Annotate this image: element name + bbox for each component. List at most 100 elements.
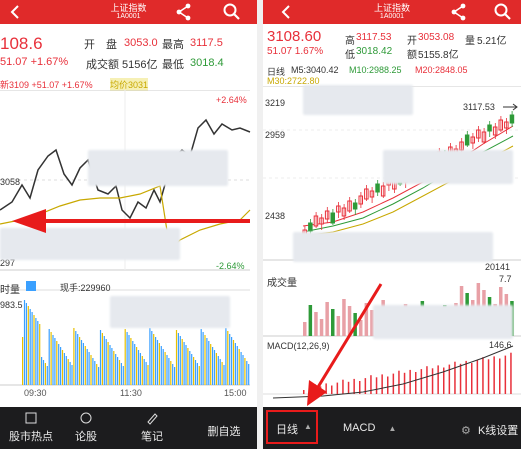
volume-bar [155,337,157,385]
volume-bar [69,362,71,385]
macd-bar [415,372,417,394]
blurred-region [110,296,230,328]
share-icon[interactable] [449,2,469,22]
volume-bar [65,356,67,385]
high-label: 最高 [162,39,184,51]
volume-color-swatch [26,281,36,291]
volume-bar [42,360,45,385]
blurred-region [293,232,493,262]
volume-bar [27,306,29,385]
volume-bar [80,340,83,385]
gear-icon: ⚙ [461,425,471,437]
bottom-nav: 股市热点 论股 笔记 删自选 [0,407,257,449]
volume-bar [107,342,109,385]
high-marker-label: 3117.53 [463,102,495,112]
volume-bar [79,337,81,385]
volume-bar [109,345,111,385]
open-value: 3053.08 [418,32,455,43]
volume-bar [191,354,193,385]
volume-bar [75,331,77,385]
volume-bar [139,353,141,385]
volume-bar [132,341,134,385]
volume-bar [170,361,172,385]
nav-notes[interactable]: 笔记 [130,411,174,444]
amount-label: 额 [407,50,417,61]
turnover-label: 成交额 [86,59,119,71]
volume-bar [153,334,155,385]
candle-wick [343,204,345,220]
volume-bar [162,349,164,385]
volume-bar [117,357,119,385]
volume-bar [143,359,145,385]
volume-bar [54,338,56,385]
share-icon[interactable] [174,2,194,22]
volume-bar [22,337,24,385]
blurred-region [383,150,513,184]
volume-bar [122,366,124,385]
volume-bar [183,342,185,385]
search-icon[interactable] [222,2,242,22]
macd-bar [459,363,462,394]
volume-bar [232,340,235,385]
macd-bar [454,361,456,394]
candle-wick [354,199,356,215]
volume-bar [124,329,126,385]
volume-bar [223,365,225,385]
macd-bar [493,356,495,394]
volume-bar [225,328,227,385]
hot-icon [25,412,37,424]
volume-bar [35,318,37,385]
volume-current: 现手:229960 [60,283,111,293]
tab-daily[interactable]: 日线 ▲ [266,410,318,444]
volume-bar [137,350,140,385]
volume-bar [84,346,86,385]
candle-wick [494,123,496,139]
kline-settings-button[interactable]: ⚙ K线设置 [461,422,518,438]
volume-bar [60,347,62,385]
high-value: 3117.53 [356,32,392,43]
volume-bar [236,346,238,385]
discuss-icon [80,412,92,424]
volume-bar [217,356,219,385]
volume-bar [193,357,195,385]
volume-bar [101,333,103,385]
volume-bar [99,330,102,385]
volume-bar [48,329,50,385]
volume-bar [86,349,88,385]
search-icon[interactable] [493,2,513,22]
annotation-arrow-left [12,209,250,233]
candle-wick [478,126,479,142]
volume-bar [82,343,84,385]
volume-bar [37,321,39,385]
amount-value: 5155.8亿 [418,50,459,61]
volume-bar [212,347,214,385]
ma5-label: M5:3040.42 [291,65,339,75]
nav-market-hot[interactable]: 股市热点 [0,411,62,444]
candle-wick [377,180,379,196]
price-change: 51.07 +1.67% [0,56,69,68]
volume-bar [77,334,79,385]
volume-bar [244,358,246,385]
remove-watchlist-button[interactable]: 删自选 [196,423,252,439]
volume-bar [71,365,73,385]
time-label-mid: 11:30 [120,388,142,398]
volume-bar [115,354,117,385]
pencil-icon [147,413,158,425]
caret-up-icon: ▲ [304,422,312,431]
nav-notes-label: 笔记 [141,431,163,443]
axis-label-low: 2438 [265,211,285,221]
blurred-region [303,85,413,115]
time-label-close: 15:00 [224,388,247,398]
tab-macd[interactable]: MACD ▲ [343,422,396,434]
macd-bar [465,360,467,394]
current-price: 3108.60 [267,28,322,45]
macd-axis-value: 146.6 [489,340,512,350]
macd-bar [426,366,428,394]
macd-bar [510,352,512,394]
volume-axis-top: 983.5 [0,300,23,310]
high-value: 3117.5 [190,37,223,49]
volume-bar [67,359,69,385]
tab-macd-label: MACD [343,422,376,434]
open-label: 开 [407,36,417,47]
nav-discuss[interactable]: 论股 [64,411,108,444]
